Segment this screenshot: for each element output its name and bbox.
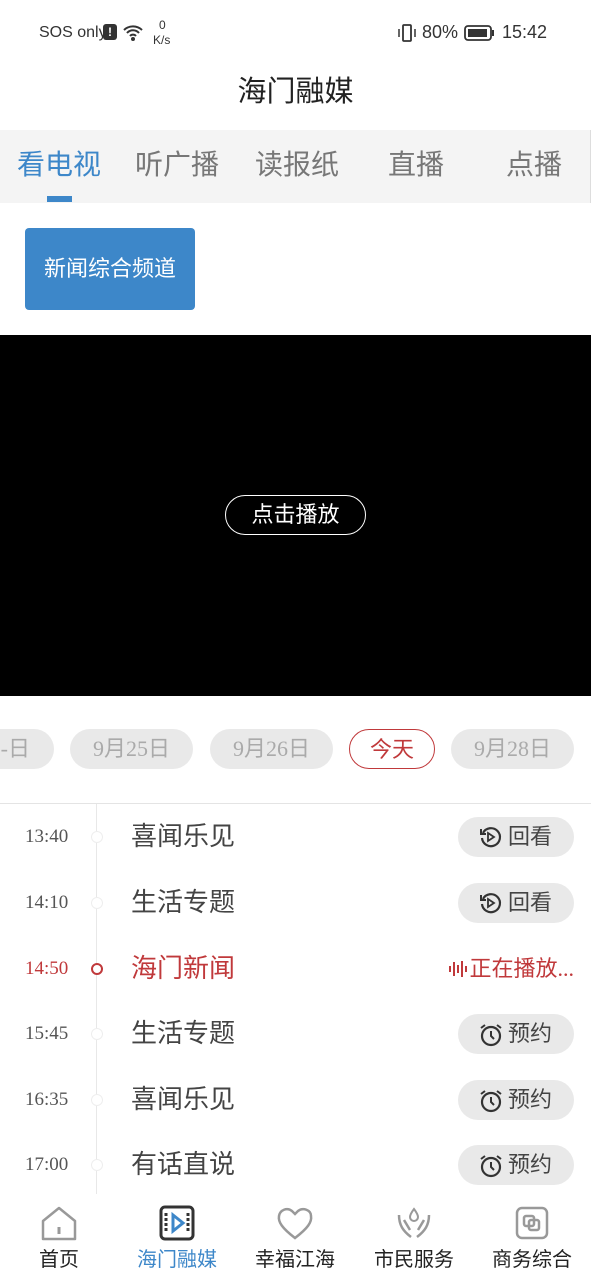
date-label: 9月26日 (232, 736, 310, 761)
date-chip-today[interactable]: 今天 (349, 729, 435, 769)
timeline-dot (91, 963, 103, 975)
nav-happy-jianghai[interactable]: 幸福江海 (236, 1195, 354, 1272)
nav-home[interactable]: 首页 (0, 1195, 118, 1272)
replay-button[interactable]: 回看 (458, 883, 574, 923)
timeline-dot (91, 1094, 103, 1106)
schedule-row[interactable]: 15:45 生活专题 预约 (0, 1001, 591, 1066)
clock: 15:42 (502, 22, 548, 42)
reserve-button[interactable]: 预约 (458, 1014, 574, 1054)
action-label: 正在播放... (469, 956, 574, 981)
timeline-dot (91, 897, 103, 909)
net-speed-value: 0 (159, 18, 166, 32)
wifi-icon (123, 25, 143, 41)
tab-watch-tv[interactable]: 看电视 (0, 130, 118, 203)
date-chip[interactable]: 9月25日 (70, 729, 193, 769)
active-tab-indicator (47, 196, 72, 202)
nav-haimen-media[interactable]: 海门融媒 (118, 1195, 236, 1272)
schedule-row[interactable]: 16:35 喜闻乐见 预约 (0, 1067, 591, 1132)
action-label: 回看 (508, 824, 553, 849)
timeline-dot (91, 1028, 103, 1040)
program-time: 16:35 (25, 1089, 69, 1110)
timeline-dot (91, 831, 103, 843)
hands-drop-icon (397, 1207, 431, 1238)
net-speed-unit: K/s (153, 33, 171, 47)
program-name: 生活专题 (131, 888, 236, 917)
date-chip[interactable]: 9月26日 (210, 729, 333, 769)
replay-icon (480, 893, 502, 914)
play-button[interactable]: 点击播放 (225, 495, 366, 535)
date-chip[interactable]: 9月28日 (451, 729, 574, 769)
program-time: 14:50 (25, 958, 69, 979)
program-time: 17:00 (25, 1154, 69, 1175)
program-time: 14:10 (25, 892, 69, 913)
alarm-clock-icon (480, 1024, 502, 1047)
nav-label: 海门融媒 (137, 1249, 217, 1271)
program-time: 15:45 (25, 1023, 69, 1044)
alarm-clock-icon (480, 1155, 502, 1178)
action-label: 预约 (508, 1087, 553, 1112)
date-label: 今天 (369, 737, 414, 762)
tab-newspaper[interactable]: 读报纸 (238, 130, 356, 203)
alarm-clock-icon (480, 1090, 502, 1113)
nav-label: 市民服务 (374, 1249, 454, 1271)
tab-label: 直播 (387, 150, 444, 181)
tab-radio[interactable]: 听广播 (118, 130, 236, 203)
tab-live[interactable]: 直播 (357, 130, 475, 203)
date-chip[interactable]: -日 (0, 729, 54, 769)
reserve-button[interactable]: 预约 (458, 1080, 574, 1120)
page-title: 海门融媒 (237, 76, 354, 108)
program-time: 13:40 (25, 826, 69, 847)
bottom-nav: 首页 海门融媒 幸福江海 市民服务 商务综合 (0, 1195, 591, 1280)
channel-button[interactable]: 新闻综合频道 (25, 228, 195, 310)
nav-label: 商务综合 (492, 1249, 572, 1271)
carrier-text: SOS only (39, 24, 107, 41)
tab-label: 听广播 (134, 150, 219, 181)
replay-icon (480, 827, 502, 848)
date-label: -日 (0, 736, 30, 761)
nav-label: 首页 (39, 1249, 79, 1271)
vibrate-icon (398, 24, 416, 42)
business-icon (515, 1206, 549, 1240)
now-playing: 正在播放... (447, 936, 574, 1001)
program-name: 生活专题 (131, 1019, 236, 1048)
home-icon (41, 1206, 77, 1241)
tab-label: 看电视 (16, 150, 101, 181)
reserve-button[interactable]: 预约 (458, 1145, 574, 1185)
timeline-dot (91, 1159, 103, 1171)
tab-bar: 看电视 听广播 读报纸 直播 点播 (0, 130, 591, 203)
schedule-row-live[interactable]: 14:50 海门新闻 正在播放... (0, 936, 591, 1001)
video-icon (159, 1205, 195, 1241)
program-name: 海门新闻 (131, 954, 236, 983)
video-player[interactable]: 点击播放 (0, 335, 591, 696)
action-label: 预约 (508, 1152, 553, 1177)
nav-business[interactable]: 商务综合 (473, 1195, 591, 1272)
schedule-row[interactable]: 13:40 喜闻乐见 回看 (0, 804, 591, 869)
battery-percent: 80% (422, 22, 459, 42)
schedule-row[interactable]: 14:10 生活专题 回看 (0, 870, 591, 935)
tab-label: 读报纸 (254, 150, 339, 181)
nav-citizen-services[interactable]: 市民服务 (355, 1195, 473, 1272)
program-name: 喜闻乐见 (131, 822, 236, 851)
date-label: 9月28日 (473, 736, 551, 761)
nav-label: 幸福江海 (255, 1249, 335, 1271)
heart-icon (277, 1207, 313, 1240)
schedule-row[interactable]: 17:00 有话直说 预约 (0, 1132, 591, 1197)
tab-label: 点播 (505, 150, 562, 181)
action-label: 回看 (508, 890, 553, 915)
program-name: 喜闻乐见 (131, 1085, 236, 1114)
program-name: 有话直说 (131, 1150, 236, 1179)
sound-wave-icon (449, 961, 468, 977)
tab-vod[interactable]: 点播 (475, 130, 591, 203)
alert-icon: ! (103, 24, 117, 40)
action-label: 预约 (508, 1021, 553, 1046)
replay-button[interactable]: 回看 (458, 817, 574, 857)
battery-icon (464, 25, 494, 41)
date-label: 9月25日 (92, 736, 170, 761)
status-bar: SOS only ! 0 K/s 80% 15:42 (0, 0, 591, 65)
